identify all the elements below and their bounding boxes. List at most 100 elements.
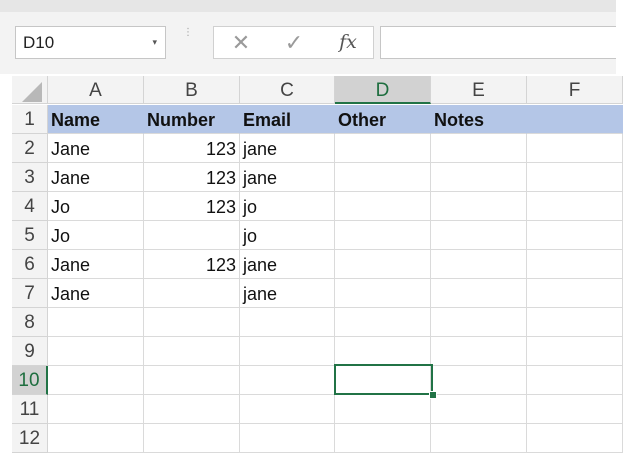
row-header-7[interactable]: 7 bbox=[12, 279, 48, 308]
cell-f7[interactable] bbox=[527, 279, 623, 308]
active-cell-border bbox=[334, 364, 433, 395]
formula-input[interactable] bbox=[380, 26, 616, 59]
cell-e1[interactable]: Notes bbox=[431, 105, 527, 134]
cell-e4[interactable] bbox=[431, 192, 527, 221]
cell-f5[interactable] bbox=[527, 221, 623, 250]
cell-f9[interactable] bbox=[527, 337, 623, 366]
cell-b9[interactable] bbox=[144, 337, 240, 366]
cell-a9[interactable] bbox=[48, 337, 144, 366]
cell-f3[interactable] bbox=[527, 163, 623, 192]
cell-f8[interactable] bbox=[527, 308, 623, 337]
cell-d7[interactable] bbox=[335, 279, 431, 308]
row-header-2[interactable]: 2 bbox=[12, 134, 48, 163]
cell-c11[interactable] bbox=[240, 395, 335, 424]
cell-f4[interactable] bbox=[527, 192, 623, 221]
row-header-6[interactable]: 6 bbox=[12, 250, 48, 279]
enter-icon[interactable]: ✓ bbox=[274, 27, 314, 58]
fill-handle[interactable] bbox=[429, 391, 437, 399]
cell-b3[interactable]: 123 bbox=[144, 163, 240, 192]
cell-d9[interactable] bbox=[335, 337, 431, 366]
cell-e7[interactable] bbox=[431, 279, 527, 308]
cell-c6[interactable]: jane bbox=[240, 250, 335, 279]
cell-e5[interactable] bbox=[431, 221, 527, 250]
cancel-icon[interactable]: ✕ bbox=[221, 27, 261, 58]
cell-a7[interactable]: Jane bbox=[48, 279, 144, 308]
cell-f10[interactable] bbox=[527, 366, 623, 395]
row-header-5[interactable]: 5 bbox=[12, 221, 48, 250]
cell-c4[interactable]: jo bbox=[240, 192, 335, 221]
cell-d5[interactable] bbox=[335, 221, 431, 250]
row-header-1[interactable]: 1 bbox=[12, 105, 48, 134]
cell-a8[interactable] bbox=[48, 308, 144, 337]
cell-b1[interactable]: Number bbox=[144, 105, 240, 134]
cell-e6[interactable] bbox=[431, 250, 527, 279]
cell-e10[interactable] bbox=[431, 366, 527, 395]
cell-e2[interactable] bbox=[431, 134, 527, 163]
cell-a11[interactable] bbox=[48, 395, 144, 424]
column-header-a[interactable]: A bbox=[48, 76, 144, 104]
row-header-9[interactable]: 9 bbox=[12, 337, 48, 366]
cell-b6[interactable]: 123 bbox=[144, 250, 240, 279]
row-header-10[interactable]: 10 bbox=[12, 366, 48, 395]
cell-d2[interactable] bbox=[335, 134, 431, 163]
cell-c12[interactable] bbox=[240, 424, 335, 453]
cell-f12[interactable] bbox=[527, 424, 623, 453]
ribbon-bottom-edge bbox=[0, 0, 616, 12]
cell-c8[interactable] bbox=[240, 308, 335, 337]
cell-c1[interactable]: Email bbox=[240, 105, 335, 134]
cell-d3[interactable] bbox=[335, 163, 431, 192]
row-header-12[interactable]: 12 bbox=[12, 424, 48, 453]
cell-f6[interactable] bbox=[527, 250, 623, 279]
name-box-dropdown-icon[interactable]: ▾ bbox=[152, 27, 157, 58]
cell-b11[interactable] bbox=[144, 395, 240, 424]
cell-d4[interactable] bbox=[335, 192, 431, 221]
cell-b8[interactable] bbox=[144, 308, 240, 337]
cell-d12[interactable] bbox=[335, 424, 431, 453]
cell-c10[interactable] bbox=[240, 366, 335, 395]
cell-d8[interactable] bbox=[335, 308, 431, 337]
row-header-8[interactable]: 8 bbox=[12, 308, 48, 337]
column-header-e[interactable]: E bbox=[431, 76, 527, 104]
cell-e8[interactable] bbox=[431, 308, 527, 337]
row-header-11[interactable]: 11 bbox=[12, 395, 48, 424]
column-header-c[interactable]: C bbox=[240, 76, 335, 104]
cell-b2[interactable]: 123 bbox=[144, 134, 240, 163]
cell-a6[interactable]: Jane bbox=[48, 250, 144, 279]
column-header-b[interactable]: B bbox=[144, 76, 240, 104]
name-box-value: D10 bbox=[23, 33, 55, 52]
cell-a5[interactable]: Jo bbox=[48, 221, 144, 250]
cell-a3[interactable]: Jane bbox=[48, 163, 144, 192]
cell-c7[interactable]: jane bbox=[240, 279, 335, 308]
cell-f2[interactable] bbox=[527, 134, 623, 163]
row-header-4[interactable]: 4 bbox=[12, 192, 48, 221]
cell-d1[interactable]: Other bbox=[335, 105, 431, 134]
cell-c3[interactable]: jane bbox=[240, 163, 335, 192]
formula-bar-grip-icon[interactable]: ⋮ bbox=[183, 28, 193, 54]
cell-d11[interactable] bbox=[335, 395, 431, 424]
cell-c2[interactable]: jane bbox=[240, 134, 335, 163]
column-header-f[interactable]: F bbox=[527, 76, 623, 104]
cell-e12[interactable] bbox=[431, 424, 527, 453]
cell-b4[interactable]: 123 bbox=[144, 192, 240, 221]
row-header-3[interactable]: 3 bbox=[12, 163, 48, 192]
cell-b12[interactable] bbox=[144, 424, 240, 453]
insert-function-icon[interactable]: fx bbox=[328, 27, 368, 58]
cell-b5[interactable] bbox=[144, 221, 240, 250]
cell-b10[interactable] bbox=[144, 366, 240, 395]
cell-e11[interactable] bbox=[431, 395, 527, 424]
column-header-d[interactable]: D bbox=[335, 76, 431, 104]
cell-a12[interactable] bbox=[48, 424, 144, 453]
cell-a10[interactable] bbox=[48, 366, 144, 395]
cell-a2[interactable]: Jane bbox=[48, 134, 144, 163]
cell-c9[interactable] bbox=[240, 337, 335, 366]
cell-e3[interactable] bbox=[431, 163, 527, 192]
cell-c5[interactable]: jo bbox=[240, 221, 335, 250]
cell-a4[interactable]: Jo bbox=[48, 192, 144, 221]
cell-e9[interactable] bbox=[431, 337, 527, 366]
cell-f11[interactable] bbox=[527, 395, 623, 424]
name-box[interactable]: D10 ▾ bbox=[15, 26, 166, 59]
cell-a1[interactable]: Name bbox=[48, 105, 144, 134]
cell-d6[interactable] bbox=[335, 250, 431, 279]
cell-f1[interactable] bbox=[527, 105, 623, 134]
cell-b7[interactable] bbox=[144, 279, 240, 308]
